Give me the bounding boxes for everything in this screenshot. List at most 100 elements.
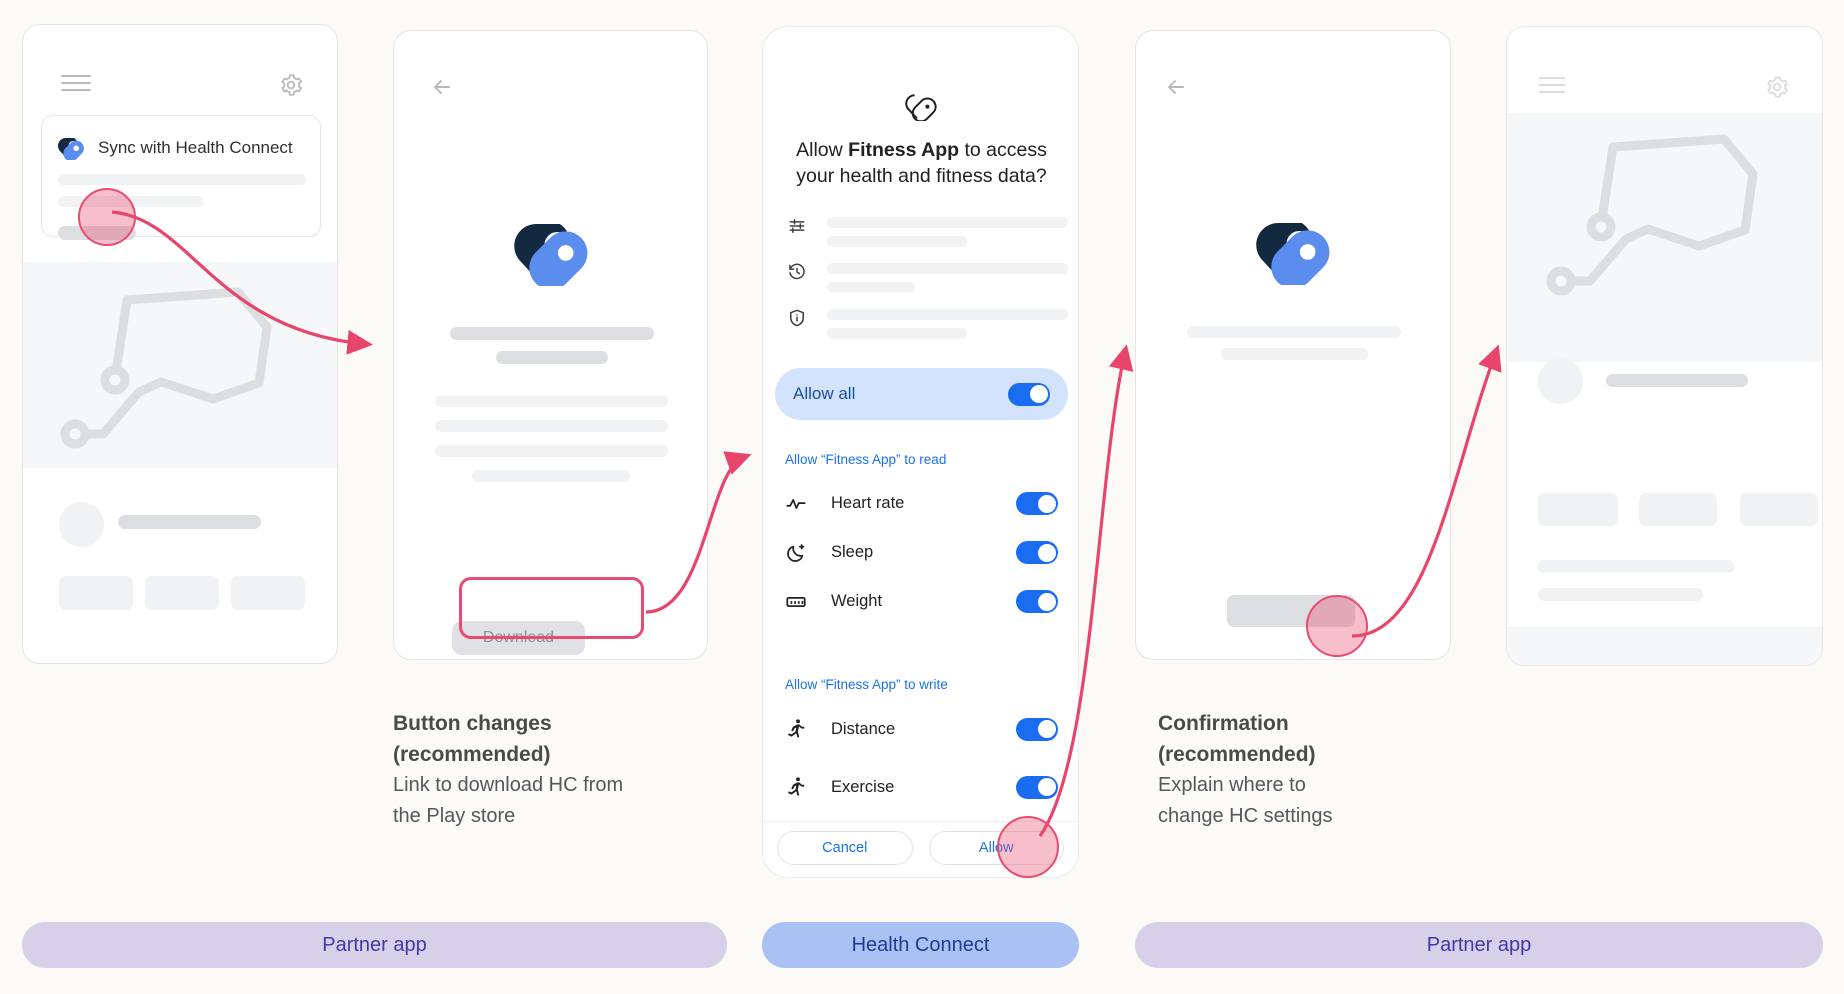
- bottom-bar-partner-app-right: Partner app: [1135, 922, 1823, 968]
- caption-body-line1: Explain where to: [1158, 774, 1306, 796]
- caption-heading-line1: Button changes: [393, 712, 552, 735]
- bottom-bar-partner-app-left: Partner app: [22, 922, 727, 968]
- caption-heading-line2: (recommended): [1158, 743, 1316, 766]
- permission-row-sleep[interactable]: Sleep: [785, 541, 1058, 564]
- title-app-name: Fitness App: [848, 139, 960, 161]
- placeholder-line: [827, 263, 1068, 274]
- permission-label: Sleep: [831, 543, 874, 561]
- weight-scale-icon: [785, 591, 815, 613]
- phone-partner-app-result: [1506, 26, 1823, 666]
- placeholder-line: [1538, 588, 1703, 601]
- caption-body-line2: the Play store: [393, 805, 516, 827]
- sleep-moon-icon: [785, 542, 815, 564]
- caption-confirmation: Confirmation (recommended) Explain where…: [1158, 708, 1488, 832]
- placeholder-line: [118, 515, 261, 529]
- phone-confirmation-screen: [1135, 30, 1451, 660]
- avatar: [59, 502, 104, 547]
- placeholder-heading: [1187, 326, 1401, 338]
- permission-toggle[interactable]: [1016, 590, 1058, 613]
- permission-label: Heart rate: [831, 494, 905, 512]
- health-connect-logo-icon: [58, 136, 84, 165]
- caption-body-line2: change HC settings: [1158, 805, 1333, 827]
- allow-all-label: Allow all: [793, 384, 856, 403]
- placeholder-line: [58, 174, 306, 185]
- running-person-icon: [785, 775, 815, 799]
- flow-diagram-canvas: Sync with Health Connect Download Allow …: [0, 0, 1844, 994]
- health-connect-logo-icon: [1256, 219, 1330, 290]
- placeholder-line: [827, 282, 915, 293]
- permission-label: Exercise: [831, 777, 895, 796]
- placeholder-line: [435, 445, 668, 457]
- phone-permission-dialog: Allow Fitness App to access your health …: [762, 26, 1079, 878]
- placeholder-subheading: [496, 351, 608, 364]
- permission-toggle[interactable]: [1016, 541, 1058, 564]
- permission-row-exercise[interactable]: Exercise: [785, 775, 1058, 799]
- phone-partner-app-home: Sync with Health Connect: [22, 24, 338, 664]
- map-preview-area: [23, 262, 337, 468]
- permission-row-weight[interactable]: Weight: [785, 590, 1058, 613]
- tune-icon: [787, 216, 807, 241]
- placeholder-line: [435, 420, 668, 432]
- hamburger-icon[interactable]: [61, 75, 91, 96]
- placeholder-line: [827, 309, 1068, 320]
- tap-target-sync-button: [78, 188, 136, 246]
- placeholder-chip[interactable]: [1639, 493, 1717, 526]
- back-arrow-icon[interactable]: [1164, 75, 1188, 104]
- title-prefix: Allow: [796, 139, 849, 161]
- placeholder-chip[interactable]: [1538, 493, 1618, 526]
- cancel-button[interactable]: Cancel: [777, 831, 913, 865]
- gear-icon[interactable]: [278, 72, 304, 98]
- hamburger-icon[interactable]: [1539, 77, 1565, 98]
- allow-all-toggle[interactable]: [1008, 382, 1050, 406]
- placeholder-line: [1606, 374, 1748, 387]
- bottom-bar-label: Health Connect: [851, 933, 990, 956]
- health-connect-outline-icon: [904, 94, 937, 126]
- route-map-icon: [1546, 134, 1758, 296]
- caption-button-changes: Button changes (recommended) Link to dow…: [393, 708, 723, 832]
- caption-body-line1: Link to download HC from: [393, 774, 624, 796]
- allow-all-row[interactable]: Allow all: [775, 368, 1068, 420]
- bottom-bar-label: Partner app: [322, 933, 427, 956]
- avatar: [1538, 359, 1583, 404]
- placeholder-chip[interactable]: [59, 576, 133, 610]
- placeholder-line: [827, 236, 967, 247]
- permission-toggle[interactable]: [1016, 717, 1058, 741]
- placeholder-chip[interactable]: [145, 576, 219, 610]
- tap-target-allow-button: [997, 816, 1059, 878]
- health-connect-logo-icon: [513, 220, 588, 291]
- caption-heading-line2: (recommended): [393, 743, 551, 766]
- history-icon: [787, 262, 807, 287]
- map-preview-area: [1507, 113, 1822, 362]
- read-section-label: Allow “Fitness App” to read: [785, 452, 947, 467]
- placeholder-subheading: [1221, 348, 1368, 360]
- running-person-icon: [785, 717, 815, 741]
- placeholder-line: [827, 217, 1068, 228]
- permission-toggle[interactable]: [1016, 492, 1058, 515]
- phone-download-screen: Download: [393, 30, 708, 660]
- placeholder-heading: [450, 327, 654, 340]
- permission-label: Distance: [831, 719, 896, 738]
- sync-card-title: Sync with Health Connect: [98, 138, 293, 157]
- back-arrow-icon[interactable]: [430, 75, 454, 104]
- permission-toggle[interactable]: [1016, 775, 1058, 799]
- permission-row-distance[interactable]: Distance: [785, 717, 1058, 741]
- placeholder-line: [1538, 560, 1734, 573]
- tap-target-settings-button: [1306, 595, 1368, 657]
- placeholder-chip[interactable]: [231, 576, 305, 610]
- permission-dialog-title: Allow Fitness App to access your health …: [785, 137, 1058, 189]
- bottom-bar-health-connect: Health Connect: [762, 922, 1079, 968]
- caption-heading-line1: Confirmation: [1158, 712, 1289, 735]
- permission-label: Weight: [831, 592, 883, 610]
- placeholder-line: [435, 395, 668, 407]
- shield-info-icon: [787, 308, 807, 333]
- placeholder-line: [472, 470, 630, 482]
- permission-row-heart-rate[interactable]: Heart rate: [785, 492, 1058, 515]
- write-section-label: Allow “Fitness App” to write: [785, 677, 948, 692]
- gear-icon[interactable]: [1764, 74, 1790, 100]
- placeholder-chip[interactable]: [1740, 493, 1818, 526]
- route-map-icon: [60, 287, 272, 449]
- placeholder-line: [827, 328, 967, 339]
- download-button-highlight: [459, 577, 644, 639]
- bottom-bar-label: Partner app: [1426, 933, 1532, 956]
- bottom-panel: [1507, 627, 1822, 665]
